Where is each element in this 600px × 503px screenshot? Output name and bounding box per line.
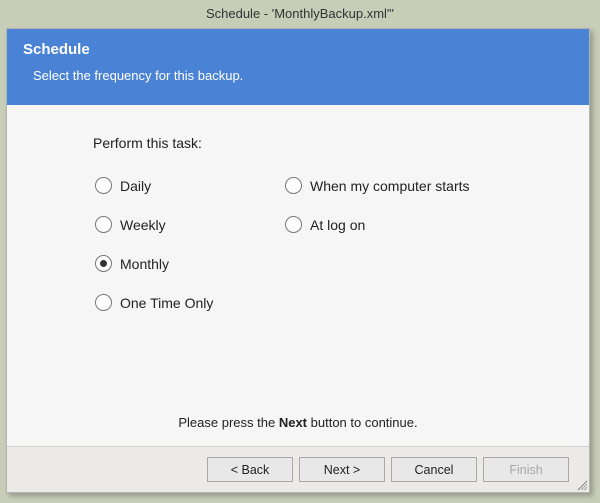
radio-one-time-only[interactable]: One Time Only [95, 294, 265, 311]
radio-icon-selected [95, 255, 112, 272]
dialog-body: Perform this task: Daily When my compute… [7, 105, 589, 321]
back-button[interactable]: < Back [207, 457, 293, 482]
radio-label: At log on [310, 217, 365, 233]
radio-label: Daily [120, 178, 151, 194]
radio-monthly[interactable]: Monthly [95, 255, 265, 272]
next-button[interactable]: Next > [299, 457, 385, 482]
radio-label: Monthly [120, 256, 169, 272]
footer-text-before: Please press the [178, 415, 278, 430]
dialog-frame: Schedule Select the frequency for this b… [6, 28, 590, 493]
banner: Schedule Select the frequency for this b… [7, 29, 589, 105]
radio-icon [285, 216, 302, 233]
radio-icon [95, 216, 112, 233]
task-prompt: Perform this task: [93, 135, 569, 151]
footer-text-bold: Next [279, 415, 307, 430]
radio-weekly[interactable]: Weekly [95, 216, 265, 233]
finish-button: Finish [483, 457, 569, 482]
cancel-button[interactable]: Cancel [391, 457, 477, 482]
radio-label: Weekly [120, 217, 166, 233]
button-bar: < Back Next > Cancel Finish [7, 446, 589, 492]
footer-text-after: button to continue. [311, 415, 418, 430]
radio-daily[interactable]: Daily [95, 177, 265, 194]
radio-icon [95, 294, 112, 311]
footer-instruction: Please press the Next button to continue… [7, 415, 589, 430]
radio-label: One Time Only [120, 295, 213, 311]
banner-title: Schedule [23, 41, 573, 58]
banner-subtitle: Select the frequency for this backup. [23, 68, 573, 83]
window-titlebar[interactable]: Schedule - 'MonthlyBackup.xml"' [0, 0, 600, 28]
radio-label: When my computer starts [310, 178, 470, 194]
resize-grip-icon[interactable] [575, 478, 587, 490]
window-title: Schedule - 'MonthlyBackup.xml"' [206, 6, 394, 21]
radio-at-logon[interactable]: At log on [285, 216, 525, 233]
radio-icon [285, 177, 302, 194]
radio-computer-starts[interactable]: When my computer starts [285, 177, 525, 194]
frequency-options: Daily When my computer starts Weekly At … [95, 177, 569, 311]
radio-icon [95, 177, 112, 194]
schedule-window: Schedule - 'MonthlyBackup.xml"' Schedule… [0, 0, 600, 503]
